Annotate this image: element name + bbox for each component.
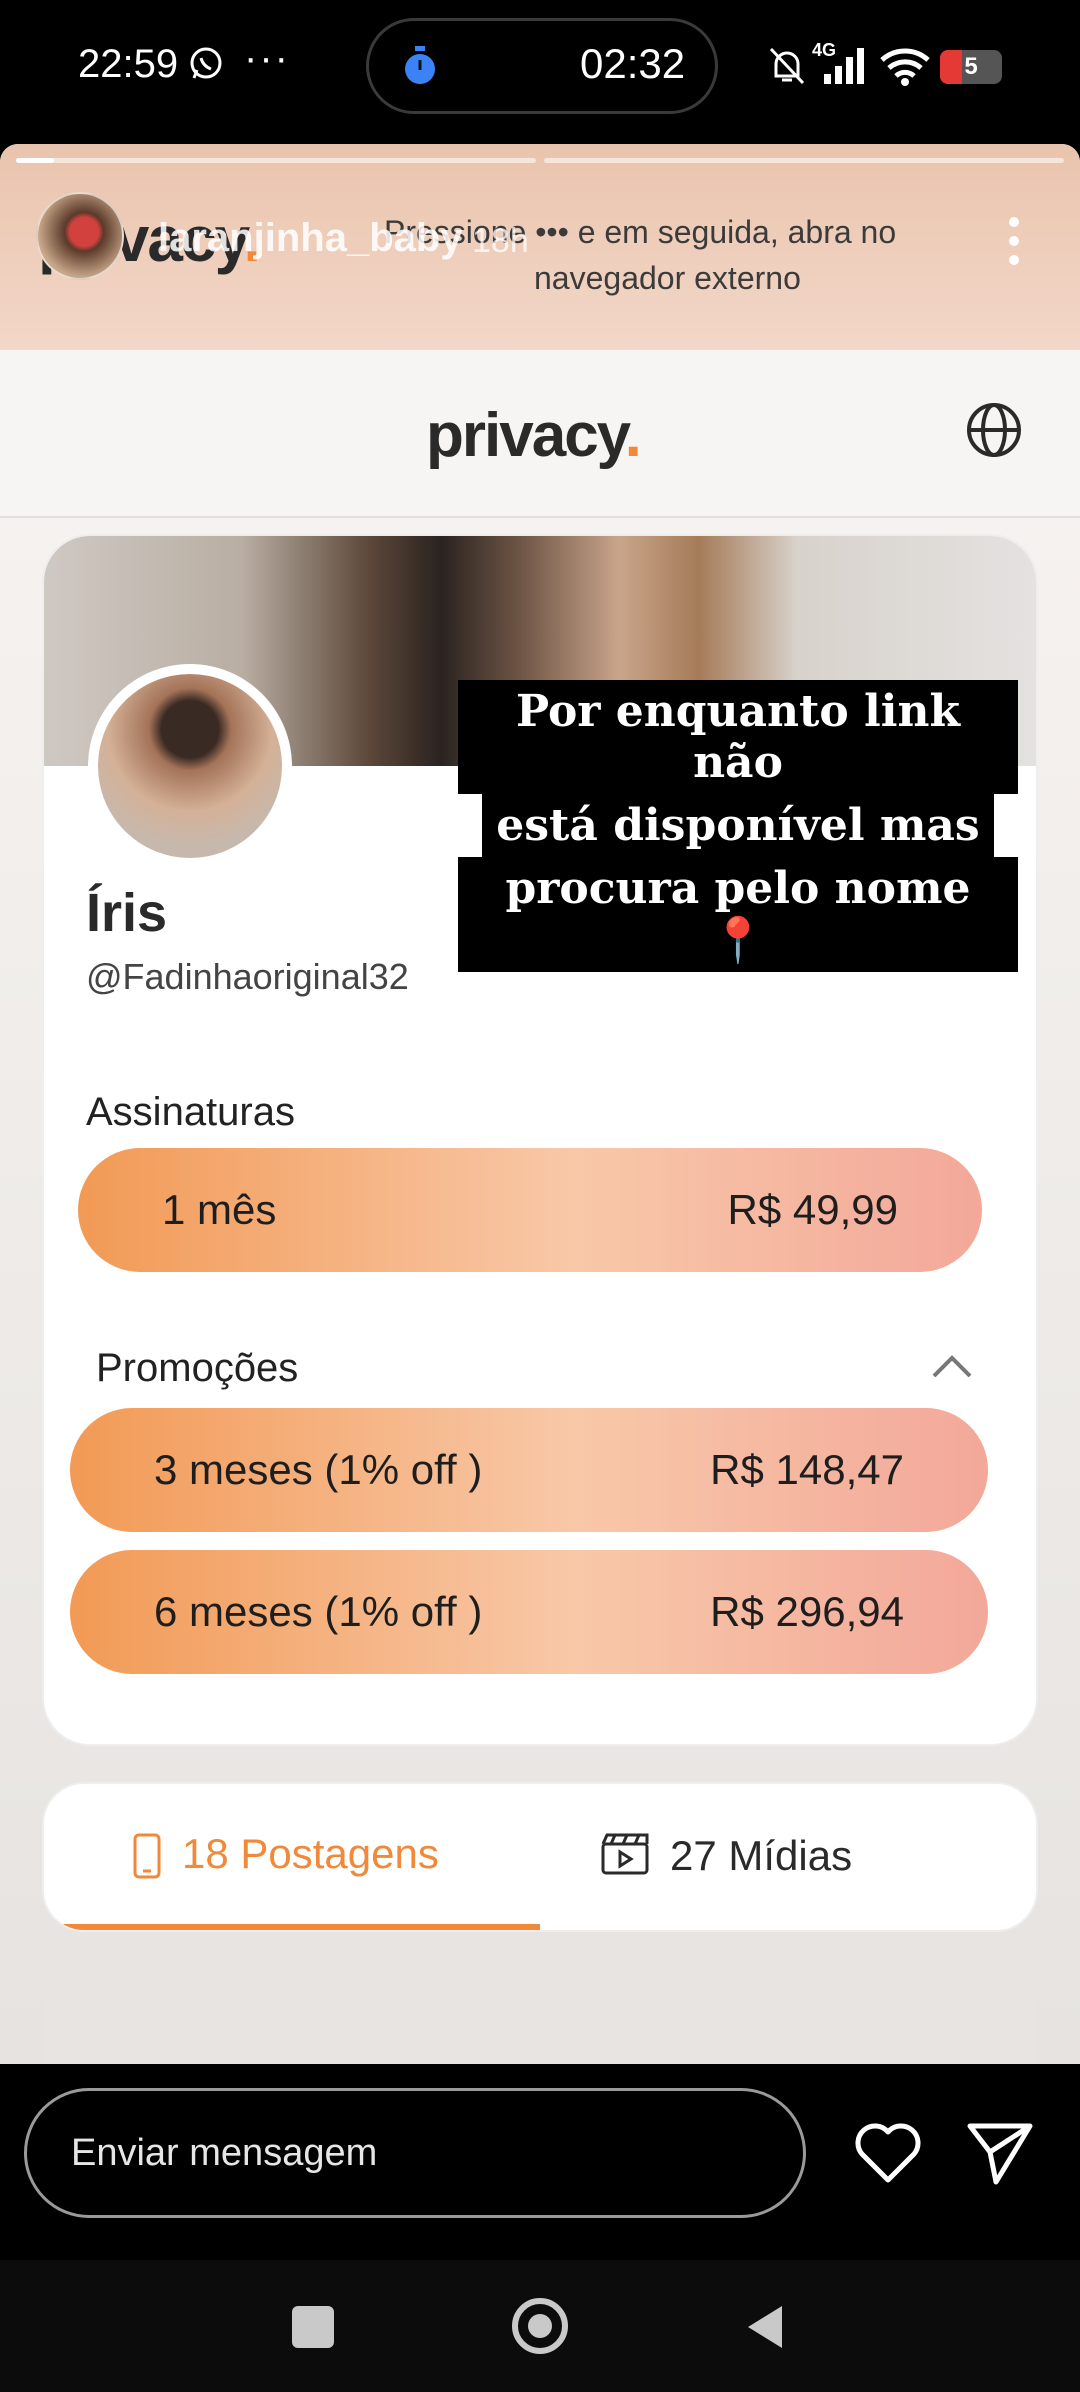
status-time: 22:59 bbox=[78, 42, 179, 86]
profile-avatar-image bbox=[98, 674, 282, 858]
home-dot bbox=[528, 2314, 552, 2338]
cell-signal-icon bbox=[824, 48, 864, 84]
profile-avatar[interactable] bbox=[88, 664, 292, 868]
stopwatch-icon bbox=[405, 46, 435, 84]
story-progress-segment-2 bbox=[544, 158, 1064, 163]
send-message-input[interactable] bbox=[24, 2088, 806, 2218]
story-viewer[interactable]: privacy. Pressione ••• e em seguida, abr… bbox=[0, 144, 1080, 2064]
home-button[interactable] bbox=[512, 2298, 568, 2354]
chevron-up-icon[interactable] bbox=[930, 1352, 974, 1380]
back-icon[interactable] bbox=[742, 2302, 786, 2352]
tab-posts[interactable]: 18 Postagens bbox=[44, 1784, 540, 1930]
heart-icon[interactable] bbox=[854, 2122, 922, 2184]
promo-6-months-button[interactable]: 6 meses (1% off ) R$ 296,94 bbox=[70, 1550, 988, 1674]
more-options-icon[interactable] bbox=[1002, 216, 1026, 266]
privacy-logo[interactable]: privacy. bbox=[426, 400, 642, 471]
active-tab-indicator bbox=[44, 1924, 540, 1930]
plan-price: R$ 49,99 bbox=[727, 1186, 898, 1233]
whatsapp-icon bbox=[190, 47, 222, 79]
promo-3-months-button[interactable]: 3 meses (1% off ) R$ 148,47 bbox=[70, 1408, 988, 1532]
caption-line-1: Por enquanto link não bbox=[458, 680, 1018, 794]
video-clapper-icon bbox=[601, 1833, 649, 1875]
story-username[interactable]: laranjinha_baby bbox=[158, 216, 463, 261]
caption-line-3: procura pelo nome 📍 bbox=[458, 857, 1018, 972]
subscriptions-title: Assinaturas bbox=[86, 1090, 295, 1134]
plan-label: 1 mês bbox=[162, 1186, 277, 1233]
promo-label: 6 meses (1% off ) bbox=[154, 1588, 483, 1635]
story-time-ago: 18h bbox=[472, 222, 529, 260]
story-text-overlay: Por enquanto link não está disponível ma… bbox=[458, 680, 1018, 972]
profile-handle: @Fadinhaoriginal32 bbox=[86, 956, 409, 997]
more-notifications-icon: ··· bbox=[244, 36, 290, 80]
timer-value: 02:32 bbox=[580, 40, 686, 87]
send-icon[interactable] bbox=[966, 2120, 1034, 2186]
site-header: privacy. bbox=[0, 350, 1080, 518]
caption-line-2: está disponível mas bbox=[482, 794, 994, 857]
plan-1-month-button[interactable]: 1 mês R$ 49,99 bbox=[78, 1148, 982, 1272]
battery-level: 5 bbox=[964, 53, 978, 80]
banner-instruction-line2: navegador externo bbox=[534, 260, 801, 296]
story-reply-bar bbox=[0, 2064, 1080, 2260]
tab-media[interactable]: 27 Mídias bbox=[540, 1784, 1036, 1930]
system-navigation-bar bbox=[0, 2260, 1080, 2392]
promotions-title: Promoções bbox=[96, 1346, 299, 1390]
story-author-avatar[interactable] bbox=[36, 192, 124, 280]
promo-price: R$ 148,47 bbox=[710, 1446, 904, 1493]
battery-indicator: 5 bbox=[940, 50, 1002, 84]
promo-label: 3 meses (1% off ) bbox=[154, 1446, 483, 1493]
notifications-muted-icon bbox=[769, 47, 805, 85]
post-card-placeholder bbox=[44, 1970, 1036, 2064]
tab-posts-label: 18 Postagens bbox=[182, 1830, 439, 1877]
promo-price: R$ 296,94 bbox=[710, 1588, 904, 1635]
content-tabs: 18 Postagens 27 Mídias bbox=[44, 1784, 1036, 1930]
story-progress-segment-1 bbox=[16, 158, 536, 163]
profile-name: Íris bbox=[86, 883, 168, 943]
status-bar: 22:59 ··· 02:32 4G 5 bbox=[0, 0, 1080, 140]
story-progress-fill bbox=[16, 158, 54, 163]
recents-button[interactable] bbox=[292, 2306, 334, 2348]
wifi-icon bbox=[880, 48, 930, 86]
tab-media-label: 27 Mídias bbox=[670, 1832, 853, 1879]
globe-icon[interactable] bbox=[966, 402, 1022, 458]
instruction-banner: privacy. Pressione ••• e em seguida, abr… bbox=[0, 144, 1080, 350]
phone-icon bbox=[133, 1833, 161, 1879]
